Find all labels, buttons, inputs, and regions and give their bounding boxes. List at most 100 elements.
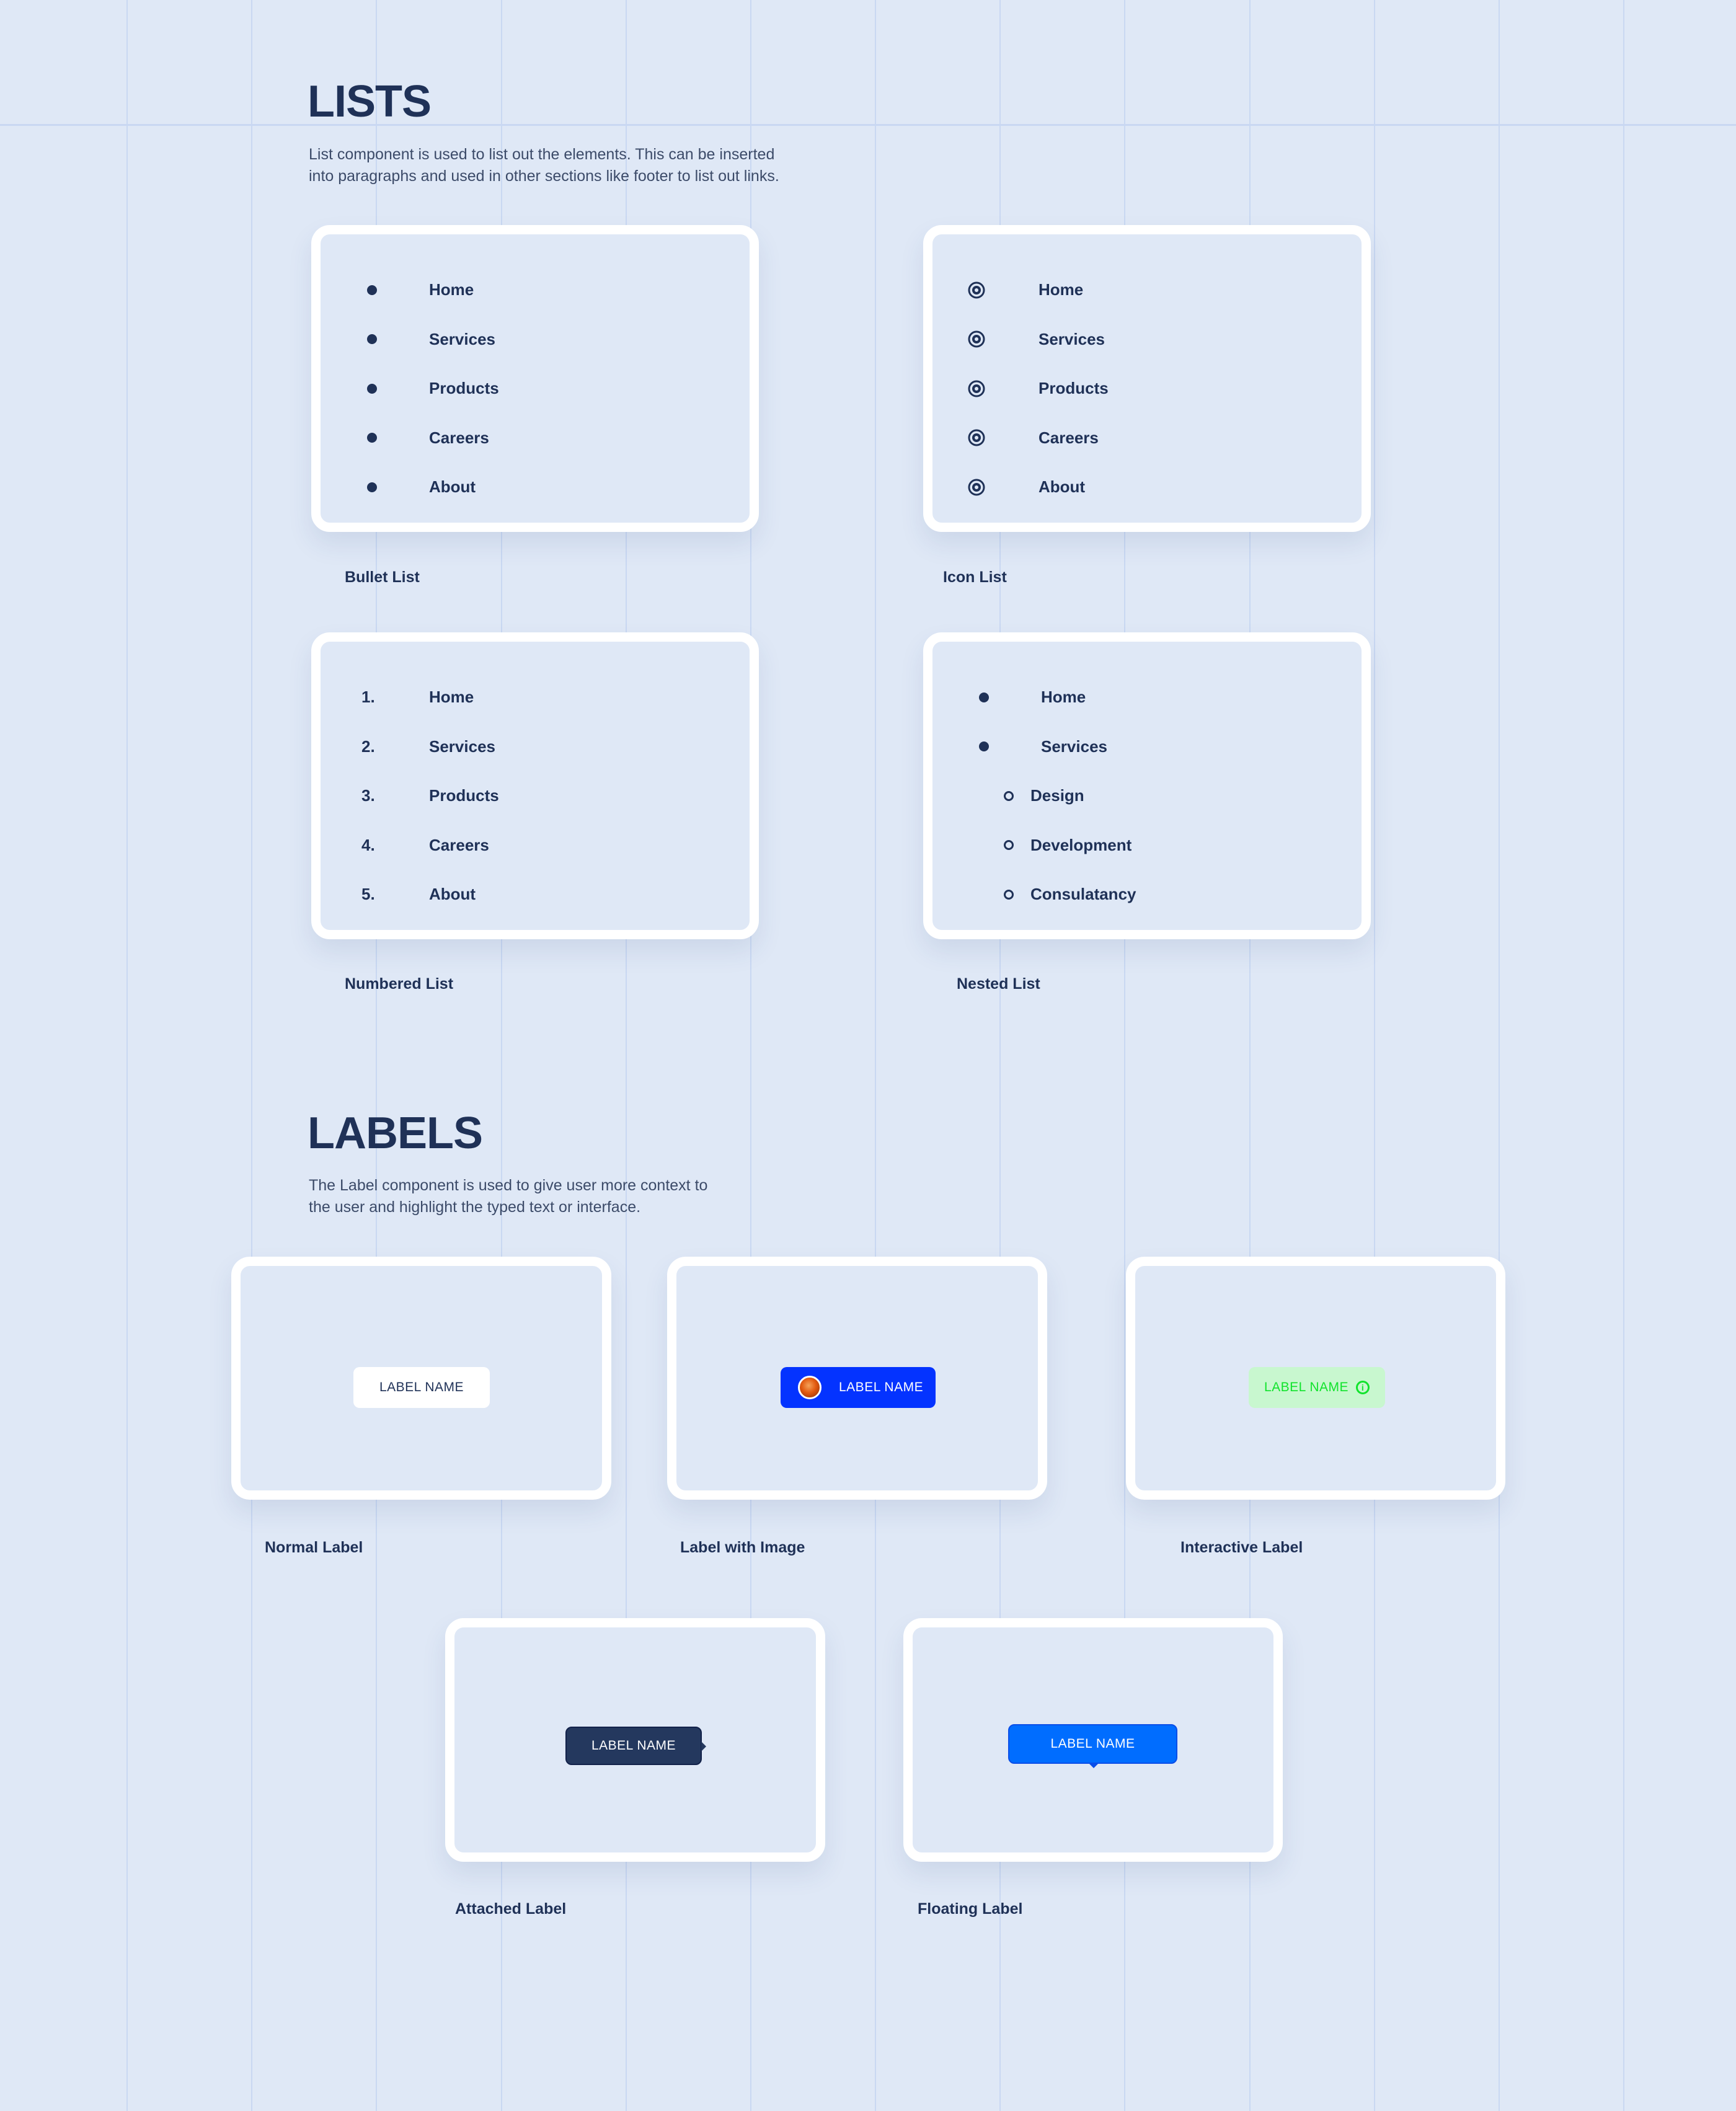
bullet-list-caption: Bullet List (345, 569, 420, 586)
floating-label[interactable]: LABEL NAME (1008, 1724, 1177, 1768)
bullet-icon (367, 285, 377, 295)
normal-label-caption: Normal Label (265, 1539, 363, 1556)
list-item-label: Design (1030, 786, 1084, 805)
nested-list: Home Services Design Development Consula… (967, 673, 1136, 919)
label-text: LABEL NAME (1050, 1737, 1135, 1751)
interactive-label[interactable]: LABEL NAME i (1249, 1367, 1385, 1408)
bullet-list-card: Home Services Products Careers About (311, 225, 759, 532)
list-item-label: About (1038, 477, 1086, 497)
target-icon (968, 380, 985, 397)
list-item[interactable]: Careers (960, 414, 1109, 463)
numbered-list-card: 1. Home 2. Services 3. Products 4. Careers 5… (311, 632, 759, 939)
list-item-label: Services (1038, 329, 1105, 348)
interactive-label-card: LABEL NAME i (1126, 1257, 1505, 1500)
list-item-label: Products (1038, 379, 1109, 398)
grid-line (1374, 0, 1375, 2111)
bullet-icon (979, 692, 989, 702)
list-item-label: Careers (1038, 428, 1099, 447)
list-item-label: Services (1041, 737, 1107, 756)
list-number: 3. (361, 786, 375, 805)
list-item[interactable]: 4. Careers (355, 821, 499, 870)
label-with-image-card: LABEL NAME (667, 1257, 1047, 1500)
sub-list-item[interactable]: Consulatancy (967, 870, 1136, 919)
lists-title: LISTS (308, 77, 432, 126)
nested-list-caption: Nested List (957, 975, 1040, 993)
label-with-image[interactable]: LABEL NAME (781, 1367, 936, 1408)
list-item[interactable]: Services (967, 722, 1136, 772)
normal-label[interactable]: LABEL NAME (353, 1367, 490, 1408)
list-number: 1. (361, 688, 375, 707)
bullet-icon (367, 383, 377, 394)
icon-list: Home Services Products Careers About (960, 265, 1109, 512)
grid-line (0, 124, 1736, 126)
target-icon (968, 479, 985, 496)
labels-title: LABELS (308, 1109, 483, 1158)
labels-description-line: the user and highlight the typed text or… (309, 1198, 641, 1216)
target-icon (968, 429, 985, 446)
list-item[interactable]: 1. Home (355, 673, 499, 722)
icon-list-card: Home Services Products Careers About (923, 225, 1371, 532)
grid-line (126, 0, 128, 2111)
list-item-label: Services (429, 737, 495, 756)
list-item[interactable]: Products (355, 364, 499, 414)
bullet-icon (979, 741, 989, 752)
list-item-label: Development (1030, 835, 1132, 854)
labels-description-line: The Label component is used to give user… (309, 1177, 708, 1194)
lists-description-line: List component is used to list out the e… (309, 146, 775, 163)
list-item[interactable]: 5. About (355, 870, 499, 919)
list-item[interactable]: Services (960, 315, 1109, 365)
attached-label-card: LABEL NAME (445, 1618, 825, 1862)
list-item-label: About (429, 885, 476, 904)
label-text: LABEL NAME (839, 1380, 924, 1394)
floating-label-caption: Floating Label (918, 1900, 1023, 1918)
list-item-label: Careers (429, 428, 489, 447)
sub-list-item[interactable]: Design (967, 771, 1136, 821)
list-item[interactable]: Products (960, 364, 1109, 414)
lists-description-line: into paragraphs and used in other sectio… (309, 167, 779, 185)
attached-label[interactable]: LABEL NAME (565, 1727, 706, 1765)
target-icon (968, 281, 985, 299)
lists-description: List component is used to list out the e… (309, 144, 867, 187)
list-item[interactable]: Home (960, 265, 1109, 315)
list-item[interactable]: About (355, 462, 499, 512)
list-item-label: Consulatancy (1030, 885, 1136, 904)
list-number: 4. (361, 835, 375, 854)
list-item[interactable]: Careers (355, 414, 499, 463)
list-number: 5. (361, 885, 375, 904)
list-item-label: Products (429, 379, 499, 398)
info-icon[interactable]: i (1356, 1381, 1370, 1394)
icon-list-caption: Icon List (943, 569, 1007, 586)
list-item-label: Home (1041, 688, 1086, 707)
numbered-list-caption: Numbered List (345, 975, 454, 993)
labels-description: The Label component is used to give user… (309, 1175, 867, 1218)
label-text: LABEL NAME (591, 1738, 676, 1753)
list-item[interactable]: Services (355, 315, 499, 365)
hollow-bullet-icon (1004, 889, 1014, 900)
attached-label-caption: Attached Label (455, 1900, 567, 1918)
list-item-label: Careers (429, 835, 489, 854)
floating-label-card: LABEL NAME (903, 1618, 1283, 1862)
list-item[interactable]: About (960, 462, 1109, 512)
label-with-image-caption: Label with Image (680, 1539, 805, 1556)
list-item-label: Home (429, 280, 474, 299)
list-item[interactable]: Home (967, 673, 1136, 722)
label-text: LABEL NAME (1264, 1380, 1349, 1394)
normal-label-card: LABEL NAME (231, 1257, 611, 1500)
interactive-label-caption: Interactive Label (1180, 1539, 1303, 1556)
avatar (798, 1376, 822, 1399)
grid-line (1623, 0, 1624, 2111)
sub-list-item[interactable]: Development (967, 821, 1136, 870)
list-item-label: Home (429, 688, 474, 707)
bullet-icon (367, 334, 377, 345)
list-number: 2. (361, 737, 375, 756)
bullet-icon (367, 433, 377, 443)
list-item-label: Products (429, 786, 499, 805)
nested-list-card: Home Services Design Development Consula… (923, 632, 1371, 939)
list-item[interactable]: 2. Services (355, 722, 499, 772)
numbered-list: 1. Home 2. Services 3. Products 4. Careers 5… (355, 673, 499, 919)
grid-line (1499, 0, 1500, 2111)
list-item[interactable]: 3. Products (355, 771, 499, 821)
grid-line (251, 0, 252, 2111)
bullet-icon (367, 482, 377, 492)
list-item[interactable]: Home (355, 265, 499, 315)
